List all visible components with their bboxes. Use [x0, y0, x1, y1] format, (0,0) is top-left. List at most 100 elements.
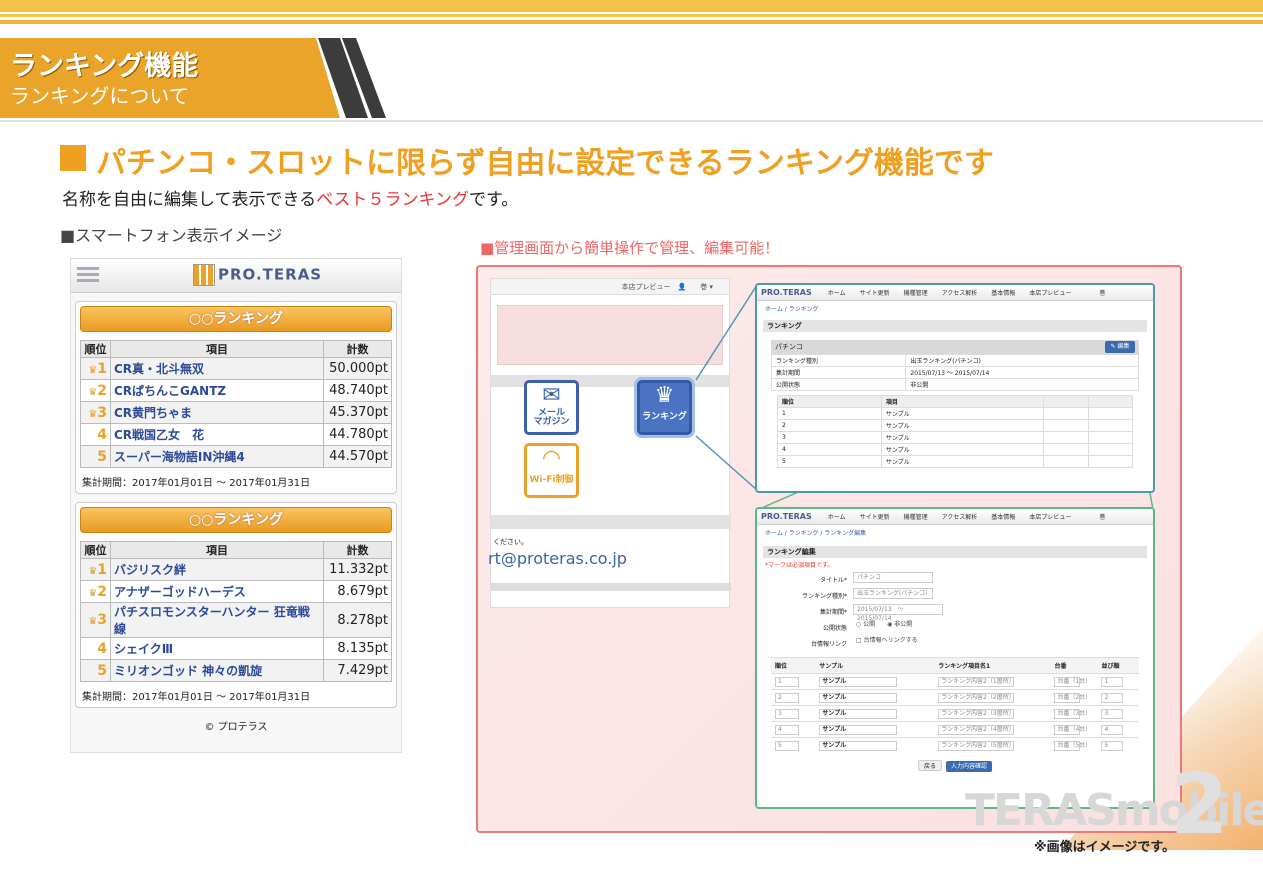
edit-input[interactable]: 1 — [775, 676, 799, 687]
confirm-button[interactable]: 入力内容確認 — [946, 760, 993, 772]
nav-item[interactable]: ホーム — [828, 514, 846, 521]
required-note: *マークは必須項目です。 — [765, 562, 834, 569]
item-name[interactable]: パチスロモンスターハンター 狂竜戦線 — [110, 602, 324, 638]
edit-button[interactable]: ✎ 編集 — [1105, 341, 1135, 353]
item-name[interactable]: CRぱちんこGANTZ — [110, 379, 324, 402]
table-row[interactable]: ♛2 アナザーゴッドハーデス 8.679pt — [80, 580, 392, 603]
edit-input[interactable]: ランキング内容2（5箇所） — [938, 740, 1015, 751]
column-header: サンプル — [815, 657, 935, 674]
edit-input[interactable]: サンプル — [819, 692, 898, 703]
nav-item[interactable]: ホーム — [828, 290, 846, 297]
rank-number: 4 — [97, 640, 107, 657]
form-row: 公開状態 ○ 公開 ◉ 非公開 — [777, 619, 1153, 635]
item-name[interactable]: ミリオンゴッド 神々の凱旋 — [110, 659, 324, 682]
edit-input[interactable]: 台番（3台） — [1054, 708, 1091, 719]
edit-input[interactable]: ランキング内容2（4箇所） — [938, 724, 1015, 735]
rank-number: 5 — [97, 662, 107, 679]
item-name[interactable]: スーパー海物語IN沖縄4 — [110, 445, 324, 468]
edit-input[interactable]: ランキング内容2（2箇所） — [938, 692, 1015, 703]
edit-input[interactable]: 4 — [1101, 724, 1124, 735]
edit-input[interactable]: サンプル — [819, 740, 898, 751]
edit-input[interactable]: 2 — [775, 692, 799, 703]
phone-caption: ■スマートフォン表示イメージ — [60, 226, 283, 245]
admin-navbar-2: PRO.TERAS ホーム サイト更新 機種管理 アクセス解析 基本情報 本店プレビュー巻 — [757, 509, 1153, 525]
edit-input[interactable]: 台番（2台） — [1054, 692, 1091, 703]
item-name[interactable]: CR真・北斗無双 — [110, 357, 324, 380]
edit-input[interactable]: 3 — [1101, 708, 1124, 719]
edit-input[interactable]: 台番（1台） — [1054, 676, 1091, 687]
edit-input[interactable]: 台番（5台） — [1054, 740, 1091, 751]
nav-item[interactable]: 巻 — [1099, 290, 1105, 297]
nav-item[interactable]: サイト更新 — [860, 290, 890, 297]
item-value: 8.135pt — [323, 637, 392, 660]
form-field[interactable]: パチンコ — [853, 572, 933, 583]
nav-item[interactable]: アクセス解析 — [942, 514, 978, 521]
table-row[interactable]: 5 ミリオンゴッド 神々の凱旋 7.429pt — [80, 659, 392, 682]
rank-number: 5 — [97, 448, 107, 465]
site-logo[interactable]: PRO.TERAS — [193, 264, 322, 286]
table-row: 2 サンプル ランキング内容2（2箇所） 台番（2台） 2 — [771, 689, 1139, 706]
table-row[interactable]: 4 CR戦国乙女 花 44.780pt — [80, 423, 392, 446]
item-value: 45.370pt — [323, 401, 392, 424]
edit-cell: 1 — [1097, 673, 1139, 690]
crown-icon: ♛ — [88, 565, 98, 577]
back-button[interactable]: 戻る — [917, 759, 942, 771]
nav-item[interactable]: 巻 — [1099, 514, 1105, 521]
nav-item[interactable]: 本店プレビュー — [1029, 514, 1071, 521]
form-field[interactable]: □ 台情報へリンクする — [853, 636, 918, 647]
edit-input[interactable]: 3 — [775, 708, 799, 719]
breadcrumb: ホーム / ランキング — [765, 306, 819, 313]
edit-cell: 台番（2台） — [1050, 689, 1098, 706]
nav-item[interactable]: 基本情報 — [991, 290, 1015, 297]
edit-input[interactable]: 2 — [1101, 692, 1124, 703]
nav-item[interactable]: 機種管理 — [904, 290, 928, 297]
item-name[interactable]: CR黄門ちゃま — [110, 401, 324, 424]
table-row[interactable]: 5 スーパー海物語IN沖縄4 44.570pt — [80, 445, 392, 468]
edit-input[interactable]: 1 — [1101, 676, 1124, 687]
edit-input[interactable]: 4 — [775, 724, 799, 735]
form-label: タイトル* — [819, 577, 847, 584]
item-cell: サンプル — [880, 419, 1045, 432]
edit-input[interactable]: サンプル — [819, 676, 898, 687]
nav-item[interactable]: 本店プレビュー — [1029, 290, 1071, 297]
table-row[interactable]: ♛3 パチスロモンスターハンター 狂竜戦線 8.278pt — [80, 602, 392, 638]
nav-item[interactable]: 基本情報 — [991, 514, 1015, 521]
table-row[interactable]: 4 シェイクⅢ 8.135pt — [80, 637, 392, 660]
edit-input[interactable]: ランキング内容2（1箇所） — [938, 676, 1015, 687]
empty-cell — [1043, 407, 1089, 420]
edit-input[interactable]: ランキング内容2（3箇所） — [938, 708, 1015, 719]
edit-input[interactable]: サンプル — [819, 708, 898, 719]
table-row: 3 サンプル — [777, 431, 1134, 444]
hamburger-menu-icon[interactable] — [77, 267, 99, 283]
contact-email[interactable]: rt@proteras.co.jp — [488, 549, 627, 568]
form-row: 集計期間* 2015/07/13 ～ 2015/07/14 — [777, 603, 1153, 622]
section-title: ランキング — [763, 320, 1147, 332]
admin-footer-bar — [491, 583, 731, 591]
item-name[interactable]: CR戦国乙女 花 — [110, 423, 324, 446]
edit-input[interactable]: 5 — [775, 740, 799, 751]
empty-cell — [1087, 407, 1134, 420]
column-header: 項目 — [880, 395, 1045, 408]
form-field[interactable]: ○ 公開 ◉ 非公開 — [853, 620, 912, 631]
table-row[interactable]: ♛1 バジリスク絆 11.332pt — [80, 558, 392, 581]
nav-item[interactable]: アクセス解析 — [942, 290, 978, 297]
form-field[interactable]: 出玉ランキング(パチンコ) — [853, 588, 933, 599]
table-row[interactable]: ♛2 CRぱちんこGANTZ 48.740pt — [80, 379, 392, 402]
item-name[interactable]: アナザーゴッドハーデス — [110, 580, 324, 603]
form-field[interactable]: 2015/07/13 ～ 2015/07/14 — [853, 604, 943, 622]
table-row[interactable]: ♛3 CR黄門ちゃま 45.370pt — [80, 401, 392, 424]
item-name[interactable]: シェイクⅢ — [110, 637, 324, 660]
item-name[interactable]: バジリスク絆 — [110, 558, 324, 581]
wifi-tile[interactable]: ◠ Wi-Fi制御 — [524, 443, 579, 498]
nav-item[interactable]: サイト更新 — [860, 514, 890, 521]
nav-item[interactable]: 機種管理 — [904, 514, 928, 521]
ranking-tile[interactable]: ♛ ランキング — [637, 380, 692, 435]
table-row[interactable]: ♛1 CR真・北斗無双 50.000pt — [80, 357, 392, 380]
edit-input[interactable]: サンプル — [819, 724, 898, 735]
edit-input[interactable]: 5 — [1101, 740, 1124, 751]
copyright: © プロテラス — [204, 722, 268, 733]
mail-magazine-tile[interactable]: ✉ メール マガジン — [524, 380, 579, 435]
edit-input[interactable]: 台番（4台） — [1054, 724, 1091, 735]
rank-cell: ♛1 — [80, 357, 111, 380]
ranking-title: ○○ランキング — [80, 306, 392, 332]
